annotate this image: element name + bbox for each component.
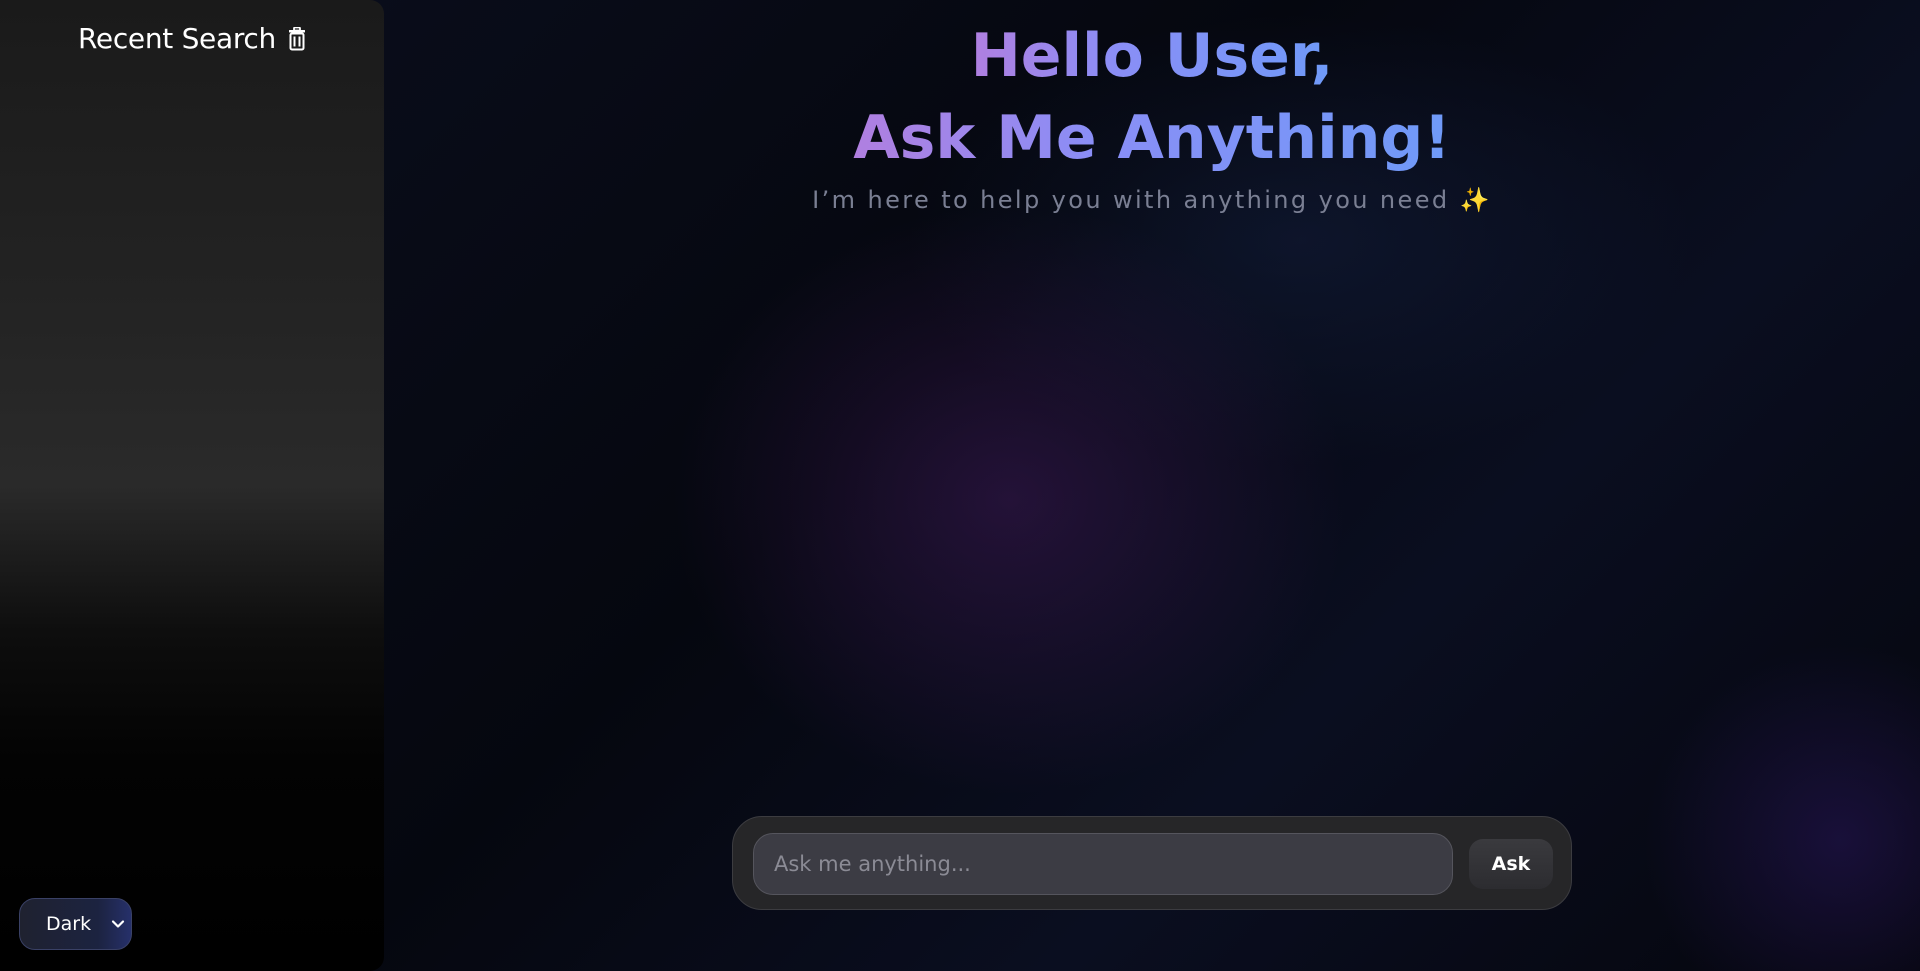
ask-input[interactable] — [753, 833, 1453, 895]
recent-search-header: Recent Search — [78, 22, 308, 55]
hero-subtitle: I’m here to help you with anything you n… — [812, 186, 1492, 214]
chevron-down-icon — [111, 916, 125, 930]
sidebar: Recent Search Dark — [0, 0, 384, 971]
ask-button[interactable]: Ask — [1469, 839, 1553, 889]
theme-select-value: Dark — [46, 913, 92, 935]
trash-icon[interactable] — [286, 26, 308, 51]
ask-bar: Ask — [732, 816, 1572, 910]
recent-search-title: Recent Search — [78, 22, 276, 55]
hero-headline: Ask Me Anything! — [853, 98, 1450, 178]
theme-select[interactable]: Dark — [19, 898, 132, 950]
hero-greeting: Hello User, — [971, 16, 1334, 96]
